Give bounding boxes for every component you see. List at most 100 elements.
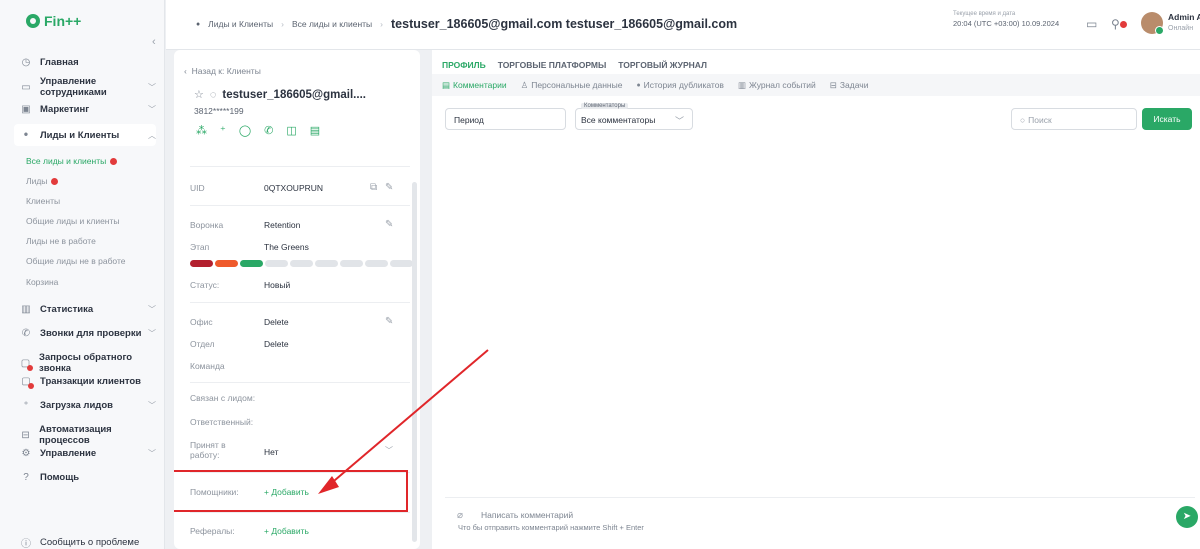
notification-badge [51,178,59,186]
stage-segment[interactable] [265,260,288,267]
phone-icon[interactable]: ✆ [264,124,273,137]
chevron-down-icon[interactable]: ﹀ [385,445,393,456]
attach-icon[interactable]: ⌀ [457,510,463,521]
clock-icon: ◷ [21,57,31,68]
nav-item-statistics[interactable]: ▥ Статистика ﹀ [20,304,156,315]
divider [190,205,410,206]
main-tabs: ПРОФИЛЬ ТОРГОВЫЕ ПЛАТФОРМЫ ТОРГОВЫЙ ЖУРН… [442,60,707,70]
chat-icon[interactable]: ◯ [239,124,251,137]
edit-icon[interactable]: ✎ [385,219,393,230]
sidebar-sub-shared-not-in-work[interactable]: Общие лиды не в работе [26,256,126,266]
logo[interactable]: Fin++ [26,13,81,29]
tab-profile[interactable]: ПРОФИЛЬ [442,60,486,70]
nav-item-lead-upload[interactable]: ⁺ Загрузка лидов ﹀ [20,400,156,411]
comment-composer[interactable]: ⌀ Написать комментарий Что бы отправить … [445,497,1198,541]
search-input[interactable]: ○ Поиск [1011,108,1137,130]
divider [190,302,410,303]
add-user-icon[interactable]: ⁺ [220,124,226,137]
search-button[interactable]: Искать [1142,108,1192,130]
bell-icon[interactable]: ◌ [210,89,217,101]
divider [190,166,410,167]
logo-icon [26,14,40,28]
highlight-box [174,470,408,512]
users-icon: ꔷ [23,129,29,141]
edit-icon[interactable]: ✎ [385,182,393,193]
nav-item-leads[interactable]: ꔷ Лиды и Клиенты ︿ [14,124,156,146]
person-icon: ♙ [520,79,529,90]
nav-item-management[interactable]: ⚙ Управление ﹀ [20,448,156,459]
breadcrumb: ꔷ Лиды и Клиенты › Все лиды и клиенты › … [196,17,737,31]
notification-badge [110,158,118,166]
subtab-tasks[interactable]: ⊟ Задачи [830,80,869,91]
nav-item-home[interactable]: ◷ Главная [20,57,156,68]
scrollbar[interactable] [412,182,417,542]
logo-text: Fin++ [44,13,82,29]
stage-segment[interactable] [315,260,338,267]
assign-user-icon[interactable]: ⁂ [196,124,207,137]
comment-icon: ▤ [442,79,451,90]
nav-item-automation[interactable]: ⊟ Автоматизация процессов [20,424,156,446]
calendar-icon[interactable]: ▭ [1086,17,1097,31]
stage-segment[interactable] [190,260,213,267]
sidebar-sub-not-in-work[interactable]: Лиды не в работе [26,236,96,246]
chevron-right-icon: › [281,19,284,29]
phone-icon: ✆ [21,328,31,339]
copy-icon[interactable]: ⧉ [370,182,377,193]
star-icon[interactable]: ☆ [194,88,204,101]
info-icon: ⓘ [21,539,31,549]
nav-item-callback-requests[interactable]: ▢ Запросы обратного звонка [20,352,156,374]
tab-trading-journal[interactable]: ТОРГОВЫЙ ЖУРНАЛ [618,60,707,70]
sidebar-sub-clients[interactable]: Клиенты [26,196,60,206]
nav-item-transactions[interactable]: ▢ Транзакции клиентов [20,376,156,389]
report-problem[interactable]: ⓘ Сообщить о проблеме [20,535,156,549]
collapse-sidebar-icon[interactable]: ‹ [152,36,156,48]
stage-progress[interactable] [190,260,413,267]
avatar[interactable] [1141,12,1164,35]
stage-segment[interactable] [390,260,413,267]
divider [190,382,410,383]
subtab-duplicates-history[interactable]: ꔷ История дубликатов [636,80,723,91]
period-field[interactable]: Период [445,108,566,130]
back-link[interactable]: ‹ Назад к: Клиенты [184,66,261,76]
user-status: Онлайн [1168,25,1194,32]
breadcrumb-leads[interactable]: Лиды и Клиенты [208,19,273,29]
chevron-down-icon: ﹀ [148,401,156,410]
chevron-down-icon: ﹀ [674,116,684,126]
nav-item-help[interactable]: ? Помощь [20,472,156,483]
lead-actions: ⁂ ⁺ ◯ ✆ ◫ ▤ [196,124,320,137]
breadcrumb-all-leads[interactable]: Все лиды и клиенты [292,19,372,29]
add-referral-button[interactable]: + Добавить [264,526,309,536]
subtab-event-log[interactable]: ▥ Журнал событий [738,80,816,91]
stage-segment[interactable] [365,260,388,267]
search-icon: ○ [1020,115,1026,125]
stage-segment[interactable] [340,260,363,267]
id-card-icon: ▭ [21,82,31,94]
sidebar-sub-trash[interactable]: Корзина [26,277,58,287]
chevron-down-icon: ﹀ [148,449,156,458]
user-name[interactable]: Admin A [1168,12,1200,22]
settings-icon: ⚙ [21,448,31,459]
topbar: ꔷ Лиды и Клиенты › Все лиды и клиенты › … [166,0,1200,50]
subtab-personal-data[interactable]: ♙ Персональные данные [521,80,623,91]
comment-input[interactable]: Написать комментарий [481,510,573,520]
users-icon: ꔷ [196,18,201,29]
mail-icon[interactable]: ◫ [286,124,296,137]
commentators-select[interactable]: Комментаторы Все комментаторы ﹀ [575,103,693,130]
page-title: testuser_186605@gmail.com testuser_18660… [391,17,738,31]
nav-item-marketing[interactable]: ▣ Маркетинг ﹀ [20,104,156,115]
subtab-comments[interactable]: ▤ Комментарии [442,80,507,91]
sidebar-sub-leads[interactable]: Лиды [26,176,59,186]
nav-item-staff[interactable]: ▭ Управление сотрудниками ﹀ [20,76,156,99]
journal-icon: ▥ [737,79,746,90]
stage-segment[interactable] [240,260,263,267]
sidebar-sub-shared[interactable]: Общие лиды и клиенты [26,216,120,226]
tab-trading-platforms[interactable]: ТОРГОВЫЕ ПЛАТФОРМЫ [498,60,607,70]
sidebar-sub-all-leads[interactable]: Все лиды и клиенты [26,156,118,166]
nav-item-calls[interactable]: ✆ Звонки для проверки ﹀ [20,328,156,339]
send-icon[interactable]: ➤ [1176,506,1198,528]
edit-icon[interactable]: ✎ [385,316,393,327]
message-icon[interactable]: ▤ [310,124,320,137]
stage-segment[interactable] [290,260,313,267]
stage-segment[interactable] [215,260,238,267]
notifications-icon[interactable]: ⚲ [1111,17,1127,31]
